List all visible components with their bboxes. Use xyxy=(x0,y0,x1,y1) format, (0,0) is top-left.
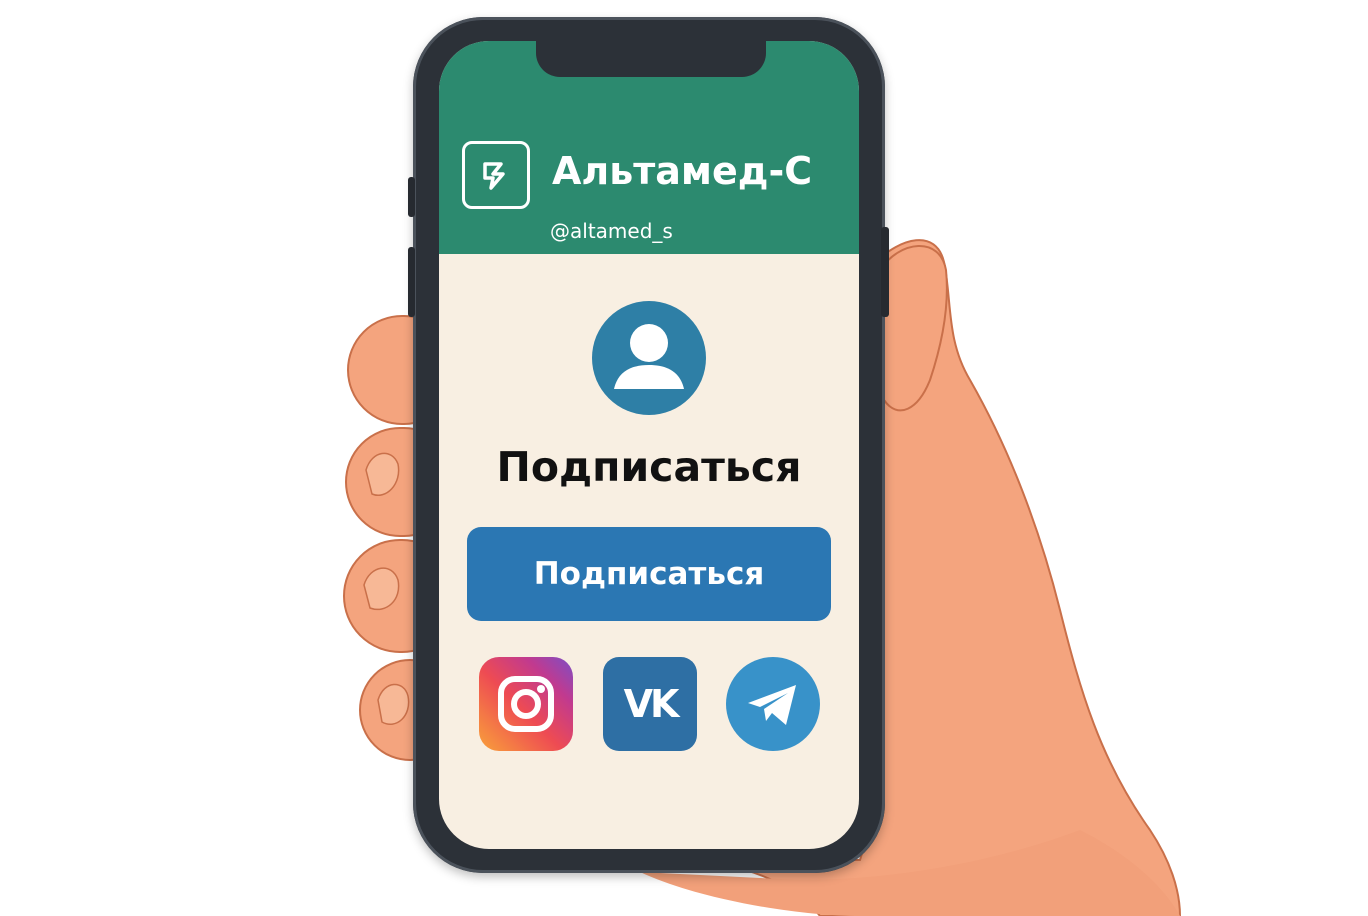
phone-notch xyxy=(536,41,766,77)
instagram-icon[interactable] xyxy=(479,657,573,751)
illustration-stage: Альтамед-С @altamed_s Подписаться Подпис… xyxy=(0,0,1368,916)
phone-device: Альтамед-С @altamed_s Подписаться Подпис… xyxy=(408,17,889,873)
brand-name: Альтамед-С xyxy=(552,149,813,193)
subscribe-button[interactable]: Подписаться xyxy=(467,527,831,621)
side-button-left-2 xyxy=(408,247,415,317)
side-button-left-1 xyxy=(408,177,415,217)
account-handle: @altamed_s xyxy=(550,219,673,243)
side-button-right xyxy=(881,227,889,317)
page-title: Подписаться xyxy=(496,443,802,491)
vk-icon-label: VK xyxy=(623,682,680,726)
phone-screen: Альтамед-С @altamed_s Подписаться Подпис… xyxy=(439,41,859,849)
telegram-icon[interactable] xyxy=(726,657,820,751)
user-avatar-icon xyxy=(592,301,706,415)
vk-icon[interactable]: VK xyxy=(603,657,697,751)
altamed-logo-icon xyxy=(462,141,530,209)
